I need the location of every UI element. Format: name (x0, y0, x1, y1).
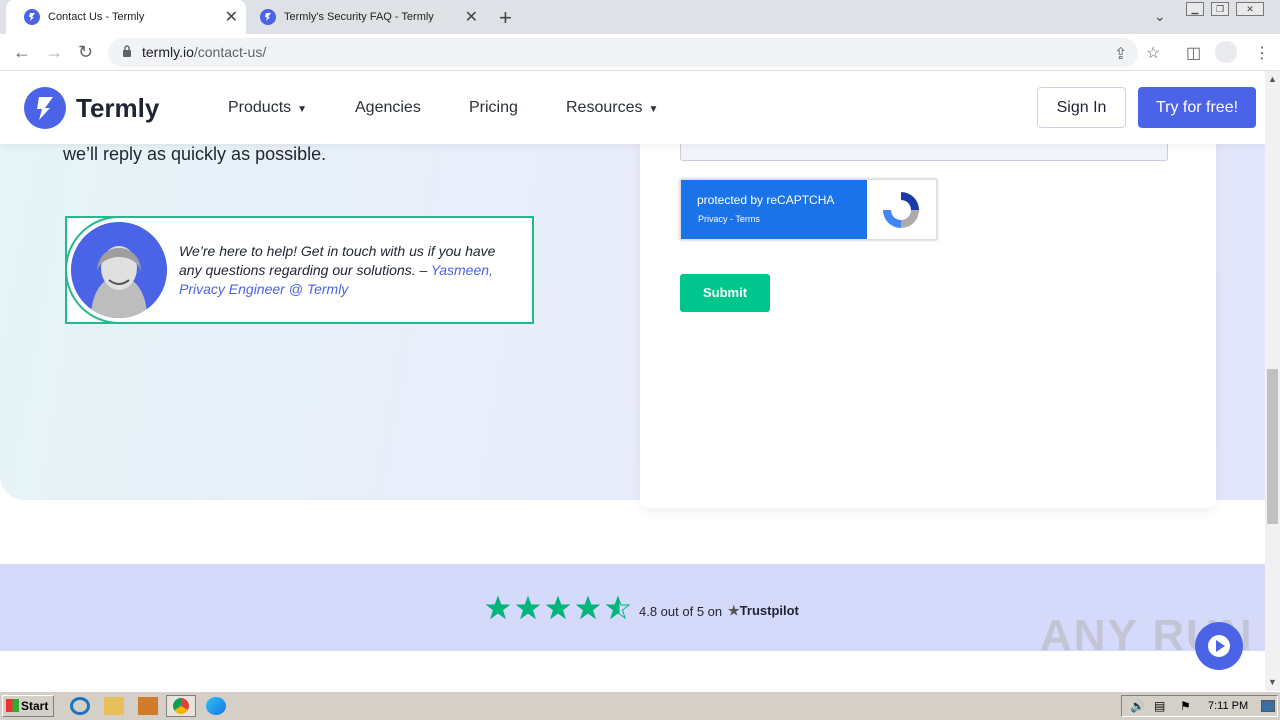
windows-taskbar: Start 🔊 ▤ ⚑ 7:11 PM (0, 691, 1280, 720)
internet-explorer-icon[interactable] (70, 697, 90, 715)
nav-resources[interactable]: Resources ▼ (566, 99, 658, 117)
try-for-free-button[interactable]: Try for free! (1138, 87, 1256, 128)
media-player-icon[interactable] (138, 697, 158, 715)
side-panel-icon[interactable]: ◫ (1186, 43, 1201, 63)
new-tab-button[interactable]: + (499, 5, 512, 31)
recaptcha-badge[interactable]: protected by reCAPTCHA Privacy - Terms (680, 179, 937, 240)
rating-star-icon (576, 596, 600, 620)
url-domain: termly.io (142, 44, 194, 60)
minimize-window-icon[interactable]: ▁ (1186, 2, 1204, 16)
close-tab-icon[interactable]: ✕ (225, 7, 238, 27)
volume-icon[interactable]: 🔊 (1130, 699, 1145, 713)
start-button[interactable]: Start (2, 695, 54, 717)
address-bar[interactable]: termly.io/contact-us/ ⇪ (108, 38, 1138, 67)
rating-stars (486, 596, 630, 620)
nav-products[interactable]: Products ▼ (228, 99, 307, 117)
chat-widget-button[interactable] (1195, 622, 1243, 670)
rating-text: 4.8 out of 5 on (639, 604, 723, 619)
chevron-down-icon: ▼ (297, 104, 308, 115)
recaptcha-panel: protected by reCAPTCHA Privacy - Terms (681, 180, 867, 239)
testimonial-quote: We’re here to help! Get in touch with us… (179, 242, 519, 299)
url-text: termly.io/contact-us/ (142, 44, 266, 60)
close-window-icon[interactable]: ✕ (1236, 2, 1264, 16)
nav-agencies[interactable]: Agencies (355, 99, 421, 117)
termly-favicon-icon (24, 9, 40, 25)
reload-icon[interactable]: ↻ (78, 42, 93, 63)
menu-kebab-icon[interactable]: ⋮ (1254, 43, 1270, 63)
tab-title: Termly's Security FAQ - Termly (284, 11, 434, 23)
bookmark-star-icon[interactable]: ☆ (1146, 43, 1160, 63)
tab-security-faq[interactable]: Termly's Security FAQ - Termly ✕ (250, 0, 486, 34)
start-label: Start (21, 699, 49, 713)
trustpilot-star-icon: ★ (728, 603, 740, 618)
chevron-down-icon: ▼ (648, 104, 659, 115)
intro-text: we’ll reply as quickly as possible. (63, 144, 327, 164)
url-path: /contact-us/ (193, 44, 267, 60)
submit-button[interactable]: Submit (680, 274, 770, 312)
recaptcha-links[interactable]: Privacy - Terms (698, 214, 760, 224)
flag-icon[interactable]: ⚑ (1180, 699, 1191, 713)
termly-favicon-icon (260, 9, 276, 25)
brand-name[interactable]: Termly (76, 93, 159, 124)
nav-resources-label: Resources (566, 99, 643, 116)
rating-star-icon (486, 596, 510, 620)
lock-icon (123, 45, 131, 57)
share-icon[interactable]: ⇪ (1114, 44, 1127, 64)
site-header: Termly Products ▼ Agencies Pricing Resour… (0, 71, 1265, 144)
sign-in-button[interactable]: Sign In (1037, 87, 1126, 128)
rating-star-icon (516, 596, 540, 620)
nav-products-label: Products (228, 99, 292, 116)
system-tray: 🔊 ▤ ⚑ (1121, 695, 1278, 717)
browser-toolbar: ← → ↻ termly.io/contact-us/ ⇪ ☆ ◫ ⋮ (0, 34, 1280, 71)
rating-star-icon (546, 596, 570, 620)
back-arrow-icon[interactable]: ← (13, 42, 31, 63)
tab-contact-us[interactable]: Contact Us - Termly ✕ (6, 0, 246, 34)
edge-icon[interactable] (206, 697, 226, 715)
nav-pricing[interactable]: Pricing (469, 99, 518, 117)
rating-star-icon (606, 596, 630, 620)
scrollbar-thumb[interactable] (1267, 369, 1278, 524)
show-desktop-icon[interactable] (1261, 700, 1275, 712)
page-scrollbar[interactable]: ▲ ▼ (1265, 71, 1280, 691)
trustpilot-logo[interactable]: ★Trustpilot (728, 603, 799, 619)
avatar (71, 222, 167, 318)
scroll-down-arrow-icon[interactable]: ▼ (1268, 677, 1277, 687)
recaptcha-text: protected by reCAPTCHA (697, 193, 835, 207)
network-icon[interactable]: ▤ (1154, 699, 1165, 713)
file-explorer-icon[interactable] (104, 697, 124, 715)
chrome-icon (173, 698, 189, 714)
taskbar-clock: 7:11 PM (1208, 700, 1249, 712)
trustpilot-label: Trustpilot (739, 603, 799, 618)
recaptcha-logo-icon (883, 192, 919, 228)
windows-flag-icon (6, 699, 19, 712)
tab-search-chevron-icon[interactable]: ⌄ (1154, 8, 1166, 25)
chrome-taskbar-button[interactable] (166, 695, 196, 717)
page-viewport: we’ll reply as quickly as possible. We’r… (0, 71, 1265, 691)
forward-arrow-icon[interactable]: → (45, 42, 63, 63)
termly-logo-icon[interactable] (24, 87, 66, 129)
tab-title: Contact Us - Termly (48, 11, 145, 23)
profile-avatar-icon[interactable] (1215, 41, 1237, 63)
restore-window-icon[interactable]: ❐ (1211, 2, 1229, 16)
browser-tab-bar: Contact Us - Termly ✕ Termly's Security … (0, 0, 1280, 34)
close-tab-icon[interactable]: ✕ (465, 7, 478, 27)
testimonial-card: We’re here to help! Get in touch with us… (65, 216, 534, 324)
scroll-up-arrow-icon[interactable]: ▲ (1268, 74, 1277, 84)
